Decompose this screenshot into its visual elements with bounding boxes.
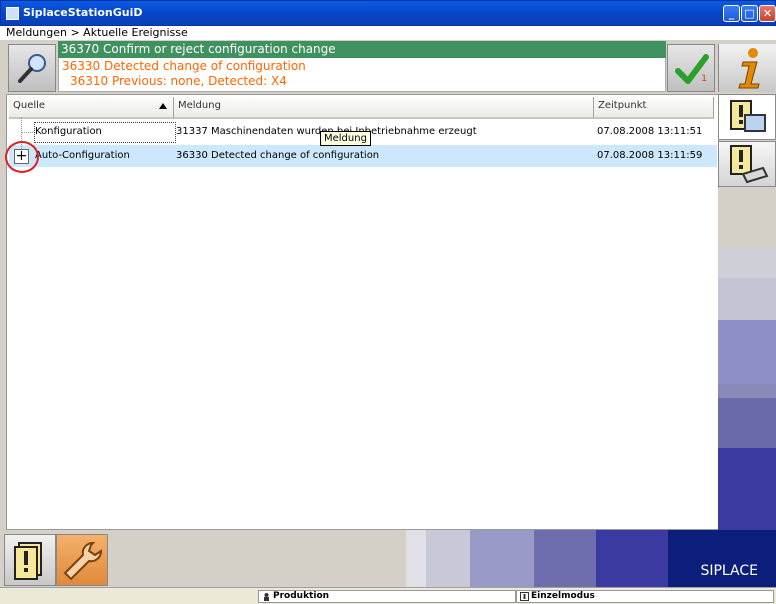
bottom-slab: [426, 530, 470, 587]
highlight-circle: [5, 141, 39, 173]
event-history-icon: [730, 145, 769, 184]
wrench-icon: [63, 541, 103, 581]
side-stripe: [718, 448, 776, 530]
brand-label: SIPLACE: [668, 530, 776, 587]
event-history-button[interactable]: [718, 141, 776, 187]
row-time: 07.08.2008 13:11:59: [597, 150, 703, 161]
info-button[interactable]: [718, 44, 776, 92]
event-monitor-icon: [730, 100, 766, 132]
side-stripe: [718, 278, 776, 320]
alert-document-icon: [14, 542, 42, 580]
ack-count: 1: [701, 74, 707, 84]
bottom-slab: [470, 530, 534, 587]
breadcrumb-bar: Meldungen > Aktuelle Ereignisse: [0, 26, 776, 40]
tree-line: [21, 132, 33, 133]
breadcrumb: Meldungen > Aktuelle Ereignisse: [6, 26, 188, 39]
minimize-button[interactable]: _: [723, 5, 740, 22]
bottom-slab: [406, 530, 426, 587]
column-header-message[interactable]: Meldung: [174, 97, 594, 119]
search-button[interactable]: [8, 44, 56, 92]
messages-nav-button[interactable]: [4, 534, 56, 586]
window-title: SiplaceStationGuiD: [23, 6, 143, 19]
bottom-slab: [596, 530, 668, 587]
row-message: 36330 Detected change of configuration: [176, 150, 380, 161]
magnifier-icon: [18, 54, 46, 83]
row-message: 31337 Maschinendaten wurden bei Inbetrie…: [176, 126, 477, 137]
bottom-slab: [110, 530, 406, 587]
message-line-2: 36310 Previous: none, Detected: X4: [70, 74, 287, 88]
message-box: 36330 Detected change of configuration 3…: [58, 58, 666, 92]
side-stripe: [718, 248, 776, 278]
side-stripe: [718, 384, 776, 398]
status-production: Produktion: [258, 590, 516, 603]
table-row-selected[interactable]: Auto-Configuration 36330 Detected change…: [9, 145, 717, 167]
row-source: Auto-Configuration: [35, 150, 130, 161]
message-top: 36370 Confirm or reject configuration ch…: [58, 41, 666, 58]
acknowledge-button[interactable]: 1: [667, 44, 715, 92]
status-single-mode: Einzelmodus: [516, 590, 774, 603]
row-source: Konfiguration: [35, 126, 102, 137]
app-icon: [6, 7, 19, 20]
maximize-button[interactable]: □: [741, 5, 758, 22]
close-button[interactable]: ✕: [759, 5, 776, 22]
title-bar: SiplaceStationGuiD _ □ ✕: [0, 0, 776, 26]
info-icon: [738, 48, 760, 89]
row-time: 07.08.2008 13:11:51: [597, 126, 703, 137]
production-icon: [262, 592, 271, 601]
side-stripe: [718, 188, 776, 248]
column-header-time[interactable]: Zeitpunkt: [594, 97, 714, 119]
side-stripe: [718, 398, 776, 448]
service-nav-button[interactable]: [56, 534, 108, 586]
current-events-button[interactable]: [718, 94, 776, 140]
message-line-1: 36330 Detected change of configuration: [62, 59, 306, 73]
tooltip: Meldung: [320, 131, 371, 146]
checkmark-icon: [675, 54, 709, 84]
bottom-slab: [534, 530, 596, 587]
status-bar: Produktion Einzelmodus: [0, 587, 776, 604]
column-header-source[interactable]: Quelle: [9, 97, 174, 119]
sort-ascending-icon: [159, 103, 167, 109]
side-stripe: [718, 320, 776, 384]
events-table: Quelle Meldung Zeitpunkt Konfiguration 3…: [5, 94, 719, 530]
single-mode-icon: [520, 592, 529, 601]
